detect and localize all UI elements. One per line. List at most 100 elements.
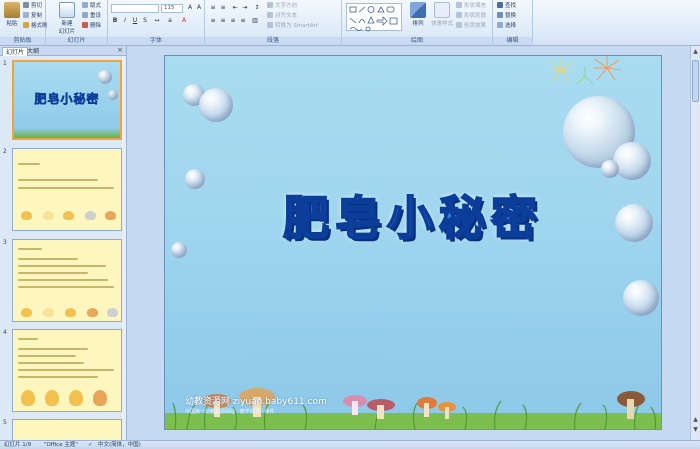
slide-thumbnail-2[interactable] bbox=[12, 148, 122, 231]
numbering-icon[interactable]: ≡ bbox=[219, 4, 227, 12]
underline-icon[interactable]: U bbox=[131, 17, 139, 25]
font-name-combo[interactable] bbox=[111, 4, 159, 13]
effects-icon bbox=[456, 22, 462, 28]
paste-button[interactable]: 粘贴 bbox=[1, 2, 23, 27]
fill-bucket-icon bbox=[456, 2, 462, 8]
prev-slide-icon[interactable]: ▲ bbox=[692, 416, 699, 424]
theme-name: "Office 主题" bbox=[44, 442, 78, 448]
scrollbar-thumb[interactable] bbox=[692, 60, 699, 102]
arrange-button[interactable]: 排列 bbox=[408, 2, 428, 27]
shape-fill-button[interactable]: 形状填充 bbox=[456, 2, 486, 11]
slide-number: 3 bbox=[3, 239, 7, 246]
status-bar: 幻灯片 1/9 "Office 主题" ✓ 中文(简体，中国) bbox=[0, 440, 700, 449]
text-line bbox=[18, 338, 38, 340]
text-direction-button[interactable]: 文字方向 bbox=[267, 2, 297, 11]
shape-outline-button[interactable]: 形状轮廓 bbox=[456, 12, 486, 21]
paragraph-group: ≡ ≡ ⇤ ⇥ ↕ ≡ ≡ ≡ ≡ ▥ 文字方向 对齐文本 转换为 SmartA… bbox=[205, 0, 342, 46]
replace-button[interactable]: 替换 bbox=[497, 12, 516, 21]
increase-indent-icon[interactable]: ⇥ bbox=[241, 4, 249, 12]
cartoon-animal-image bbox=[107, 308, 118, 317]
clipboard-group-label: 剪贴板 bbox=[0, 37, 45, 45]
select-button[interactable]: 选择 bbox=[497, 22, 516, 31]
next-slide-icon[interactable]: ▼ bbox=[692, 426, 699, 434]
text-line bbox=[18, 286, 114, 288]
bubble-decoration bbox=[98, 70, 112, 84]
text-line bbox=[18, 179, 98, 181]
current-slide[interactable]: 肥皂小秘密 幼教资源网 ziyuan.baby611.com 中国第一幼教资源网… bbox=[164, 55, 662, 430]
change-case-icon[interactable]: a bbox=[166, 17, 174, 25]
font-color-icon[interactable]: A bbox=[180, 17, 188, 25]
shapes-gallery[interactable] bbox=[346, 3, 402, 32]
binoculars-icon bbox=[497, 2, 503, 8]
language-indicator[interactable]: 中文(简体，中国) bbox=[98, 441, 141, 449]
slides-panel: 幻灯片 大纲 × 1 肥皂小秘密 2 3 4 5 bbox=[0, 46, 127, 440]
line-spacing-icon[interactable]: ↕ bbox=[253, 4, 261, 12]
editor-scrollbar[interactable]: ▲ ▲ ▼ bbox=[690, 46, 700, 440]
text-line bbox=[18, 279, 108, 281]
grow-font-icon[interactable]: A bbox=[186, 4, 194, 12]
align-left-icon[interactable]: ≡ bbox=[209, 17, 217, 25]
bold-icon[interactable]: B bbox=[111, 17, 119, 25]
decrease-indent-icon[interactable]: ⇤ bbox=[231, 4, 239, 12]
slide-thumbnail-4[interactable] bbox=[12, 329, 122, 412]
justify-icon[interactable]: ≡ bbox=[239, 17, 247, 25]
slide-thumbnail-5[interactable] bbox=[12, 419, 122, 440]
cartoon-animal-image bbox=[43, 308, 54, 317]
shape-effects-button[interactable]: 形状效果 bbox=[456, 22, 486, 31]
char-spacing-icon[interactable]: ↔ bbox=[153, 17, 161, 25]
cartoon-animal-image bbox=[43, 211, 54, 220]
shrink-font-icon[interactable]: A bbox=[195, 4, 203, 12]
thumbnail-title: 肥皂小秘密 bbox=[34, 92, 100, 107]
delete-slide-button[interactable]: 删除 bbox=[82, 22, 101, 31]
slide-title[interactable]: 肥皂小秘密 bbox=[165, 182, 661, 248]
bullets-icon[interactable]: ≡ bbox=[209, 4, 217, 12]
columns-icon[interactable]: ▥ bbox=[251, 17, 259, 25]
slide-editor: 肥皂小秘密 幼教资源网 ziyuan.baby611.com 中国第一幼教资源网… bbox=[128, 46, 700, 440]
reset-button[interactable]: 重设 bbox=[82, 12, 101, 21]
cartoon-animal-image bbox=[69, 390, 83, 406]
cut-button[interactable]: 剪切 bbox=[23, 2, 42, 11]
cartoon-animal-image bbox=[105, 211, 116, 220]
format-painter-button[interactable]: 格式刷 bbox=[23, 22, 48, 31]
cartoon-animal-image bbox=[45, 390, 59, 406]
cartoon-animal-image bbox=[63, 211, 74, 220]
text-line bbox=[18, 265, 106, 267]
text-line bbox=[18, 362, 84, 364]
scissors-icon bbox=[23, 2, 29, 8]
ribbon: 粘贴 剪切 复制 格式刷 剪贴板 新建 幻灯片 版式 重设 删除 幻灯片 115… bbox=[0, 0, 700, 46]
cartoon-animal-image bbox=[21, 390, 35, 406]
cartoon-animal-image bbox=[65, 308, 76, 317]
strikethrough-icon[interactable]: S bbox=[141, 17, 149, 25]
panel-scrollbar[interactable] bbox=[122, 56, 126, 440]
layout-button[interactable]: 版式 bbox=[82, 2, 101, 11]
cartoon-animal-image bbox=[21, 308, 32, 317]
bubble-decoration bbox=[601, 160, 619, 178]
find-button[interactable]: 查找 bbox=[497, 2, 516, 11]
slide-number: 1 bbox=[3, 60, 7, 67]
slide-thumbnail-3[interactable] bbox=[12, 239, 122, 322]
smartart-button[interactable]: 转换为 SmartArt bbox=[267, 22, 318, 31]
brush-icon bbox=[23, 22, 29, 28]
slide-thumbnail-1[interactable]: 肥皂小秘密 bbox=[12, 60, 122, 140]
align-center-icon[interactable]: ≡ bbox=[219, 17, 227, 25]
tab-outline[interactable]: 大纲 bbox=[24, 47, 42, 56]
panel-tabs: 幻灯片 大纲 × bbox=[0, 46, 126, 56]
italic-icon[interactable]: I bbox=[121, 17, 129, 25]
new-slide-button[interactable]: 新建 幻灯片 bbox=[55, 2, 79, 35]
bubble-decoration bbox=[613, 142, 651, 180]
slides-group: 新建 幻灯片 版式 重设 删除 幻灯片 bbox=[46, 0, 108, 46]
close-panel-icon[interactable]: × bbox=[117, 46, 123, 54]
quick-styles-button[interactable]: 快速样式 bbox=[430, 2, 454, 27]
cartoon-animal-image bbox=[93, 390, 107, 406]
font-size-combo[interactable]: 115 bbox=[161, 4, 183, 13]
clipboard-icon bbox=[4, 2, 20, 18]
cartoon-animal-image bbox=[87, 308, 98, 317]
scroll-up-icon[interactable]: ▲ bbox=[692, 48, 699, 56]
copy-button[interactable]: 复制 bbox=[23, 12, 42, 21]
pen-icon bbox=[456, 12, 462, 18]
text-direction-icon bbox=[267, 2, 273, 8]
text-line bbox=[18, 272, 88, 274]
align-right-icon[interactable]: ≡ bbox=[229, 17, 237, 25]
align-text-button[interactable]: 对齐文本 bbox=[267, 12, 297, 21]
cartoon-animal-image bbox=[21, 211, 32, 220]
